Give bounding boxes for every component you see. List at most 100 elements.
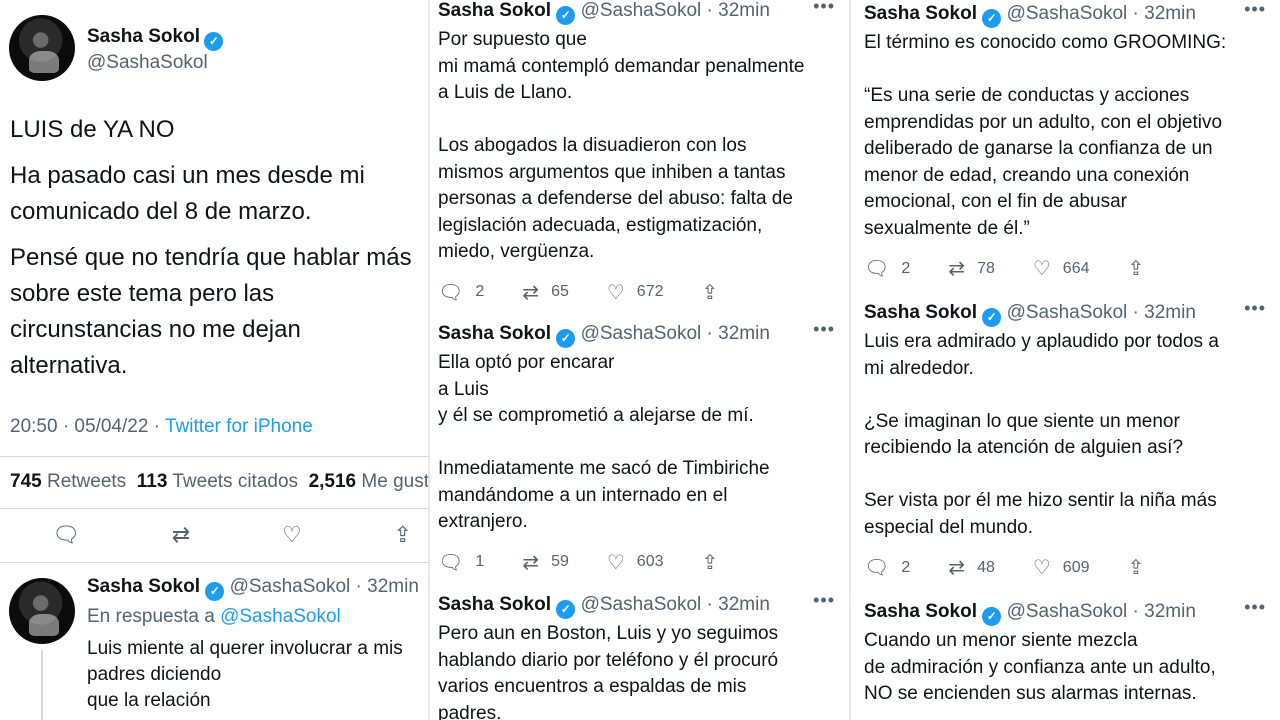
likes-stat[interactable]: 2,516 Me gusta	[309, 471, 428, 492]
tweet-card[interactable]: Sasha Sokol ✓ @SashaSokol · 32min ••• Cu…	[864, 597, 1280, 708]
tweet-header: Sasha Sokol ✓ @SashaSokol · 32min	[87, 576, 428, 601]
retweet-icon: ⇄	[522, 281, 540, 304]
like-button[interactable]: ♡ 603	[607, 550, 664, 575]
tweet-action-bar: 🗨 2 ⇄ 48 ♡ 609 ⇪	[864, 555, 1280, 580]
tweet-header: Sasha Sokol ✓ @SashaSokol · 32min	[438, 323, 849, 348]
tweet-text: Luis miente al querer involucrar a mis p…	[87, 638, 403, 711]
retweets-stat[interactable]: 745 Retweets	[10, 471, 126, 492]
reply-button[interactable]: 🗨 2	[864, 555, 910, 580]
tweet-card[interactable]: Sasha Sokol ✓ @SashaSokol · 32min ••• Po…	[438, 0, 849, 305]
author-handle[interactable]: @SashaSokol	[1007, 601, 1128, 622]
tweet-header: Sasha Sokol ✓ @SashaSokol · 32min	[438, 594, 849, 619]
main-tweet-column: Sasha Sokol ✓ @SashaSokol LUIS de YA NO …	[0, 0, 428, 720]
tweet-timestamp[interactable]: 20:50 · 05/04/22 ·	[10, 416, 165, 437]
author-handle[interactable]: @SashaSokol	[581, 594, 702, 615]
tweet-time[interactable]: · 32min	[1133, 3, 1196, 24]
share-button[interactable]: ⇪	[1128, 256, 1157, 281]
author-handle[interactable]: @SashaSokol	[581, 0, 702, 21]
share-button[interactable]: ⇪	[702, 280, 731, 305]
author-name[interactable]: Sasha Sokol	[864, 601, 977, 622]
tweet-card[interactable]: Sasha Sokol ✓ @SashaSokol · 32min ••• Pe…	[438, 590, 849, 720]
verified-badge-icon: ✓	[982, 607, 1002, 626]
tweet-action-bar: 🗨 2 ⇄ 78 ♡ 664 ⇪	[864, 256, 1280, 281]
author-name[interactable]: Sasha Sokol	[864, 302, 977, 323]
like-button[interactable]: ♡ 672	[607, 280, 664, 305]
share-icon[interactable]: ⇪	[394, 522, 424, 548]
tweet-header: Sasha Sokol ✓ @SashaSokol · 32min	[438, 0, 849, 25]
tweet-source-link[interactable]: Twitter for iPhone	[165, 416, 313, 437]
main-action-bar: 🗨 ⇄ ♡ ⇪	[52, 522, 424, 548]
like-button[interactable]: ♡ 664	[1033, 256, 1090, 281]
author-handle[interactable]: @SashaSokol	[87, 52, 208, 74]
retweet-button[interactable]: ⇄ 48	[948, 555, 995, 580]
tweet-column-3: Sasha Sokol ✓ @SashaSokol · 32min ••• El…	[851, 0, 1280, 720]
tweet-time[interactable]: · 32min	[356, 576, 419, 597]
tweet-text-paragraph: Ha pasado casi un mes desde mi comunicad…	[10, 162, 365, 225]
tweet-time[interactable]: · 32min	[707, 594, 770, 615]
thread-line	[41, 650, 43, 720]
author-name[interactable]: Sasha Sokol	[438, 594, 551, 615]
tweet-header: Sasha Sokol ✓ @SashaSokol · 32min	[864, 601, 1280, 626]
author-handle[interactable]: @SashaSokol	[230, 576, 351, 597]
tweet-card[interactable]: Sasha Sokol ✓ @SashaSokol · 32min ••• El…	[438, 319, 849, 575]
like-button[interactable]: ♡ 609	[1033, 555, 1090, 580]
author-name[interactable]: Sasha Sokol	[864, 3, 977, 24]
quotes-stat[interactable]: 113 Tweets citados	[137, 471, 298, 492]
more-icon[interactable]: •••	[813, 0, 835, 17]
author-handle[interactable]: @SashaSokol	[581, 323, 702, 344]
reply-icon: 🗨	[864, 258, 890, 280]
verified-badge-icon: ✓	[982, 308, 1002, 327]
avatar[interactable]	[9, 578, 75, 644]
tweet-time[interactable]: · 32min	[1133, 302, 1196, 323]
retweet-icon[interactable]: ⇄	[172, 522, 202, 548]
author-name[interactable]: Sasha Sokol	[438, 0, 551, 21]
author-name-row: Sasha Sokol ✓	[87, 26, 224, 51]
more-icon[interactable]: •••	[1244, 0, 1266, 20]
tweet-text-paragraph: LUIS de YA NO	[10, 116, 175, 143]
tweet-action-bar: 🗨 2 ⇄ 65 ♡ 672 ⇪	[438, 280, 849, 305]
reply-button[interactable]: 🗨 1	[438, 550, 484, 575]
author-name[interactable]: Sasha Sokol	[438, 323, 551, 344]
heart-icon[interactable]: ♡	[282, 522, 314, 548]
share-button[interactable]: ⇪	[702, 550, 731, 575]
heart-icon: ♡	[606, 281, 625, 304]
retweet-button[interactable]: ⇄ 78	[948, 256, 995, 281]
divider	[0, 562, 428, 563]
tweet-card[interactable]: Sasha Sokol ✓ @SashaSokol · 32min ••• Lu…	[864, 298, 1280, 580]
retweet-button[interactable]: ⇄ 65	[522, 280, 569, 305]
tweet-text-paragraph: Pensé que no tendría que hablar más sobr…	[10, 244, 412, 379]
reply-button[interactable]: 🗨 2	[864, 256, 910, 281]
retweet-button[interactable]: ⇄ 59	[522, 550, 569, 575]
more-icon[interactable]: •••	[813, 319, 835, 340]
more-icon[interactable]: •••	[1244, 597, 1266, 618]
share-icon: ⇪	[701, 281, 719, 304]
author-name[interactable]: Sasha Sokol	[87, 576, 200, 597]
tweet-text: Luis era admirado y aplaudido por todos …	[864, 331, 1219, 538]
tweet-card[interactable]: Sasha Sokol ✓ @SashaSokol · 32min ••• El…	[864, 0, 1280, 281]
tweet-header: Sasha Sokol ✓ @SashaSokol · 32min	[864, 3, 1280, 28]
more-icon[interactable]: •••	[813, 590, 835, 611]
divider	[0, 456, 428, 457]
author-name[interactable]: Sasha Sokol	[87, 26, 200, 47]
share-icon: ⇪	[1127, 557, 1145, 579]
reply-button[interactable]: 🗨 2	[438, 280, 484, 305]
tweet-time[interactable]: · 32min	[707, 323, 770, 344]
tweet-time[interactable]: · 32min	[1133, 601, 1196, 622]
author-handle[interactable]: @SashaSokol	[1007, 302, 1128, 323]
reply-icon: 🗨	[864, 557, 890, 579]
tweet-time[interactable]: · 32min	[707, 0, 770, 21]
tweet-stats: 745 Retweets 113 Tweets citados 2,516 Me…	[10, 471, 428, 493]
reply-tweet[interactable]: Sasha Sokol ✓ @SashaSokol · 32min En res…	[87, 576, 428, 714]
reply-to-link[interactable]: @SashaSokol	[220, 606, 341, 627]
author-handle[interactable]: @SashaSokol	[1007, 3, 1128, 24]
tweet-text: El término es conocido como GROOMING: “E…	[864, 32, 1227, 239]
tweet-column-2: Sasha Sokol ✓ @SashaSokol · 32min ••• Po…	[430, 0, 849, 720]
avatar[interactable]	[9, 15, 75, 81]
reply-context: En respuesta a @SashaSokol	[87, 606, 341, 627]
reply-icon[interactable]: 🗨	[52, 522, 92, 548]
more-icon[interactable]: •••	[1244, 298, 1266, 319]
share-button[interactable]: ⇪	[1128, 555, 1157, 580]
reply-icon: 🗨	[438, 281, 464, 304]
retweet-icon: ⇄	[948, 557, 966, 579]
retweet-icon: ⇄	[948, 258, 966, 280]
